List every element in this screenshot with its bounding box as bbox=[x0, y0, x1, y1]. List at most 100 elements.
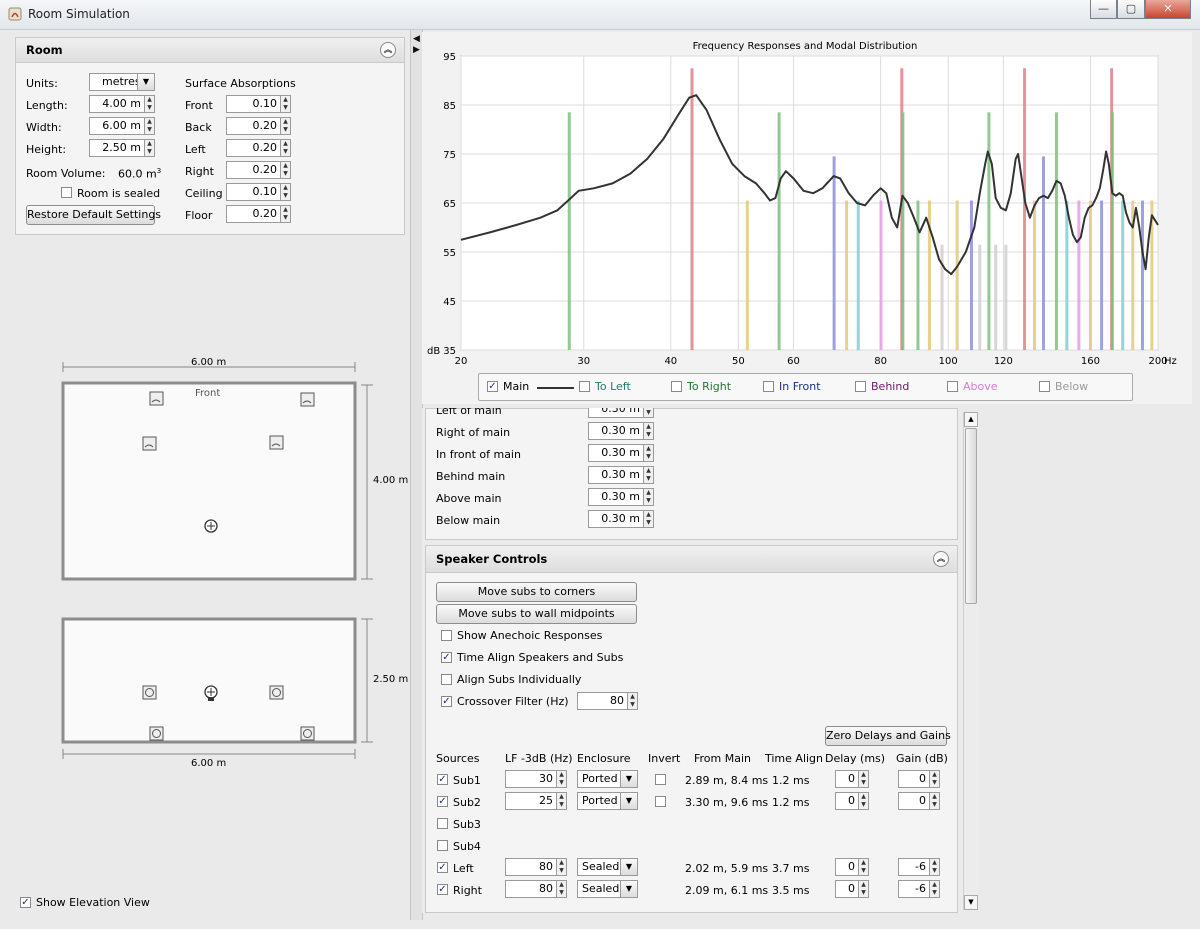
listener-icon[interactable] bbox=[204, 519, 218, 533]
offset-spinner[interactable]: 0.30 m▲▼ bbox=[588, 444, 654, 462]
delay-input[interactable]: 0 bbox=[835, 792, 859, 810]
spinner-arrows-icon[interactable]: ▲▼ bbox=[281, 183, 291, 201]
offset-input[interactable]: 0.30 m bbox=[588, 466, 644, 484]
collapse-up-icon[interactable]: ︽ bbox=[933, 551, 949, 567]
lf-cutoff-input[interactable]: 25 bbox=[505, 792, 557, 810]
gain-input[interactable]: 0 bbox=[898, 792, 930, 810]
spinner-arrows-icon[interactable]: ▲▼ bbox=[281, 117, 291, 135]
legend-item-main[interactable]: ✓ Main bbox=[487, 380, 575, 394]
gain-spinner[interactable]: -6 ▲ ▼ bbox=[898, 880, 940, 898]
chevron-down-icon[interactable]: ▼ bbox=[620, 881, 637, 897]
absorption-left-input[interactable]: 0.20 bbox=[226, 139, 281, 157]
legend-checkbox[interactable] bbox=[671, 381, 682, 392]
delay-input[interactable]: 0 bbox=[835, 858, 859, 876]
spinner-arrows-icon[interactable]: ▲▼ bbox=[644, 510, 654, 528]
spinner-arrows-icon[interactable]: ▲▼ bbox=[930, 792, 940, 810]
enclosure-select[interactable]: Sealed ▼ bbox=[577, 858, 638, 876]
offset-input[interactable]: 0.30 m bbox=[588, 444, 644, 462]
source-checkbox-sub3[interactable] bbox=[437, 818, 448, 829]
offset-input[interactable]: 0.30 m bbox=[588, 408, 644, 418]
absorption-right-input[interactable]: 0.20 bbox=[226, 161, 281, 179]
source-checkbox-right[interactable]: ✓ bbox=[437, 884, 448, 895]
source-checkbox-left[interactable]: ✓ bbox=[437, 862, 448, 873]
lf-cutoff-spinner[interactable]: 25 ▲ ▼ bbox=[505, 792, 567, 810]
spinner-arrows-icon[interactable]: ▲▼ bbox=[930, 770, 940, 788]
spinner-arrows-icon[interactable]: ▲▼ bbox=[644, 444, 654, 462]
delay-spinner[interactable]: 0 ▲ ▼ bbox=[835, 792, 869, 810]
room-plan-view[interactable] bbox=[55, 355, 410, 585]
source-checkbox-sub4[interactable] bbox=[437, 840, 448, 851]
offset-input[interactable]: 0.30 m bbox=[588, 488, 644, 506]
crossover-frequency-spinner[interactable]: 80 ▲ ▼ bbox=[577, 692, 638, 710]
absorption-left-spinner[interactable]: 0.20 ▲ ▼ bbox=[226, 139, 291, 157]
subwoofer-icon[interactable] bbox=[142, 436, 157, 451]
room-sealed-checkbox[interactable] bbox=[61, 187, 72, 198]
delay-spinner[interactable]: 0 ▲ ▼ bbox=[835, 880, 869, 898]
width-spinner[interactable]: 6.00 m ▲ ▼ bbox=[89, 117, 155, 135]
absorption-back-input[interactable]: 0.20 bbox=[226, 117, 281, 135]
chevron-down-icon[interactable]: ▼ bbox=[620, 859, 637, 875]
room-panel-header[interactable]: Room ︽ bbox=[16, 38, 404, 63]
lf-cutoff-spinner[interactable]: 30 ▲ ▼ bbox=[505, 770, 567, 788]
spinner-arrows-icon[interactable]: ▲▼ bbox=[644, 466, 654, 484]
spinner-arrows-icon[interactable]: ▲▼ bbox=[557, 770, 567, 788]
scroll-down-icon[interactable]: ▼ bbox=[964, 895, 978, 910]
subwoofer-icon[interactable] bbox=[269, 435, 284, 450]
subwoofer-icon[interactable] bbox=[269, 685, 284, 700]
legend-item-behind[interactable]: Behind bbox=[855, 380, 943, 394]
absorption-front-input[interactable]: 0.10 bbox=[226, 95, 281, 113]
room-elevation-view[interactable] bbox=[55, 612, 410, 772]
height-input[interactable]: 2.50 m bbox=[89, 139, 145, 157]
source-checkbox-sub2[interactable]: ✓ bbox=[437, 796, 448, 807]
gain-input[interactable]: -6 bbox=[898, 880, 930, 898]
chevron-down-icon[interactable]: ▼ bbox=[620, 771, 637, 787]
spinner-arrows-icon[interactable]: ▲▼ bbox=[281, 95, 291, 113]
speaker-icon[interactable] bbox=[300, 726, 315, 741]
legend-checkbox[interactable] bbox=[1039, 381, 1050, 392]
spinner-arrows-icon[interactable]: ▲▼ bbox=[557, 880, 567, 898]
delay-spinner[interactable]: 0 ▲ ▼ bbox=[835, 858, 869, 876]
spinner-arrows-icon[interactable]: ▲▼ bbox=[281, 161, 291, 179]
units-select[interactable]: metres ▼ bbox=[89, 73, 155, 91]
legend-checkbox[interactable] bbox=[579, 381, 590, 392]
delay-input[interactable]: 0 bbox=[835, 880, 859, 898]
speaker-icon[interactable] bbox=[149, 726, 164, 741]
absorption-ceiling-spinner[interactable]: 0.10 ▲ ▼ bbox=[226, 183, 291, 201]
lf-cutoff-input[interactable]: 30 bbox=[505, 770, 557, 788]
chevron-down-icon[interactable]: ▼ bbox=[620, 793, 637, 809]
spinner-arrows-icon[interactable]: ▲▼ bbox=[145, 95, 155, 113]
legend-item-to-right[interactable]: To Right bbox=[671, 380, 759, 394]
source-checkbox-sub1[interactable]: ✓ bbox=[437, 774, 448, 785]
speaker-controls-header[interactable]: Speaker Controls ︽ bbox=[426, 546, 957, 573]
legend-checkbox[interactable] bbox=[855, 381, 866, 392]
enclosure-select[interactable]: Sealed ▼ bbox=[577, 880, 638, 898]
height-spinner[interactable]: 2.50 m ▲ ▼ bbox=[89, 139, 155, 157]
enclosure-select[interactable]: Ported ▼ bbox=[577, 792, 638, 810]
legend-item-in-front[interactable]: In Front bbox=[763, 380, 851, 394]
zero-delays-gains-button[interactable]: Zero Delays and Gains bbox=[825, 726, 951, 746]
length-input[interactable]: 4.00 m bbox=[89, 95, 145, 113]
offset-input[interactable]: 0.30 m bbox=[588, 510, 644, 528]
lf-cutoff-input[interactable]: 80 bbox=[505, 858, 557, 876]
arrow-right-icon[interactable]: ▶ bbox=[413, 45, 420, 55]
absorption-ceiling-input[interactable]: 0.10 bbox=[226, 183, 281, 201]
restore-defaults-button[interactable]: Restore Default Settings bbox=[26, 205, 161, 225]
spinner-arrows-icon[interactable]: ▲▼ bbox=[930, 880, 940, 898]
spinner-arrows-icon[interactable]: ▲▼ bbox=[644, 408, 654, 418]
absorption-right-spinner[interactable]: 0.20 ▲ ▼ bbox=[226, 161, 291, 179]
spinner-arrows-icon[interactable]: ▲▼ bbox=[557, 792, 567, 810]
spinner-arrows-icon[interactable]: ▲▼ bbox=[281, 139, 291, 157]
align-subs-individually-checkbox[interactable] bbox=[441, 674, 452, 685]
lf-cutoff-spinner[interactable]: 80 ▲ ▼ bbox=[505, 880, 567, 898]
legend-checkbox[interactable] bbox=[947, 381, 958, 392]
delay-spinner[interactable]: 0 ▲ ▼ bbox=[835, 770, 869, 788]
legend-item-above[interactable]: Above bbox=[947, 380, 1035, 394]
invert-checkbox[interactable] bbox=[655, 774, 666, 785]
legend-item-below[interactable]: Below bbox=[1039, 380, 1127, 394]
spinner-arrows-icon[interactable]: ▲▼ bbox=[145, 139, 155, 157]
spinner-arrows-icon[interactable]: ▲▼ bbox=[859, 770, 869, 788]
offset-spinner[interactable]: 0.30 m▲▼ bbox=[588, 510, 654, 528]
spinner-arrows-icon[interactable]: ▲▼ bbox=[557, 858, 567, 876]
length-spinner[interactable]: 4.00 m ▲ ▼ bbox=[89, 95, 155, 113]
speaker-icon[interactable] bbox=[300, 392, 315, 407]
